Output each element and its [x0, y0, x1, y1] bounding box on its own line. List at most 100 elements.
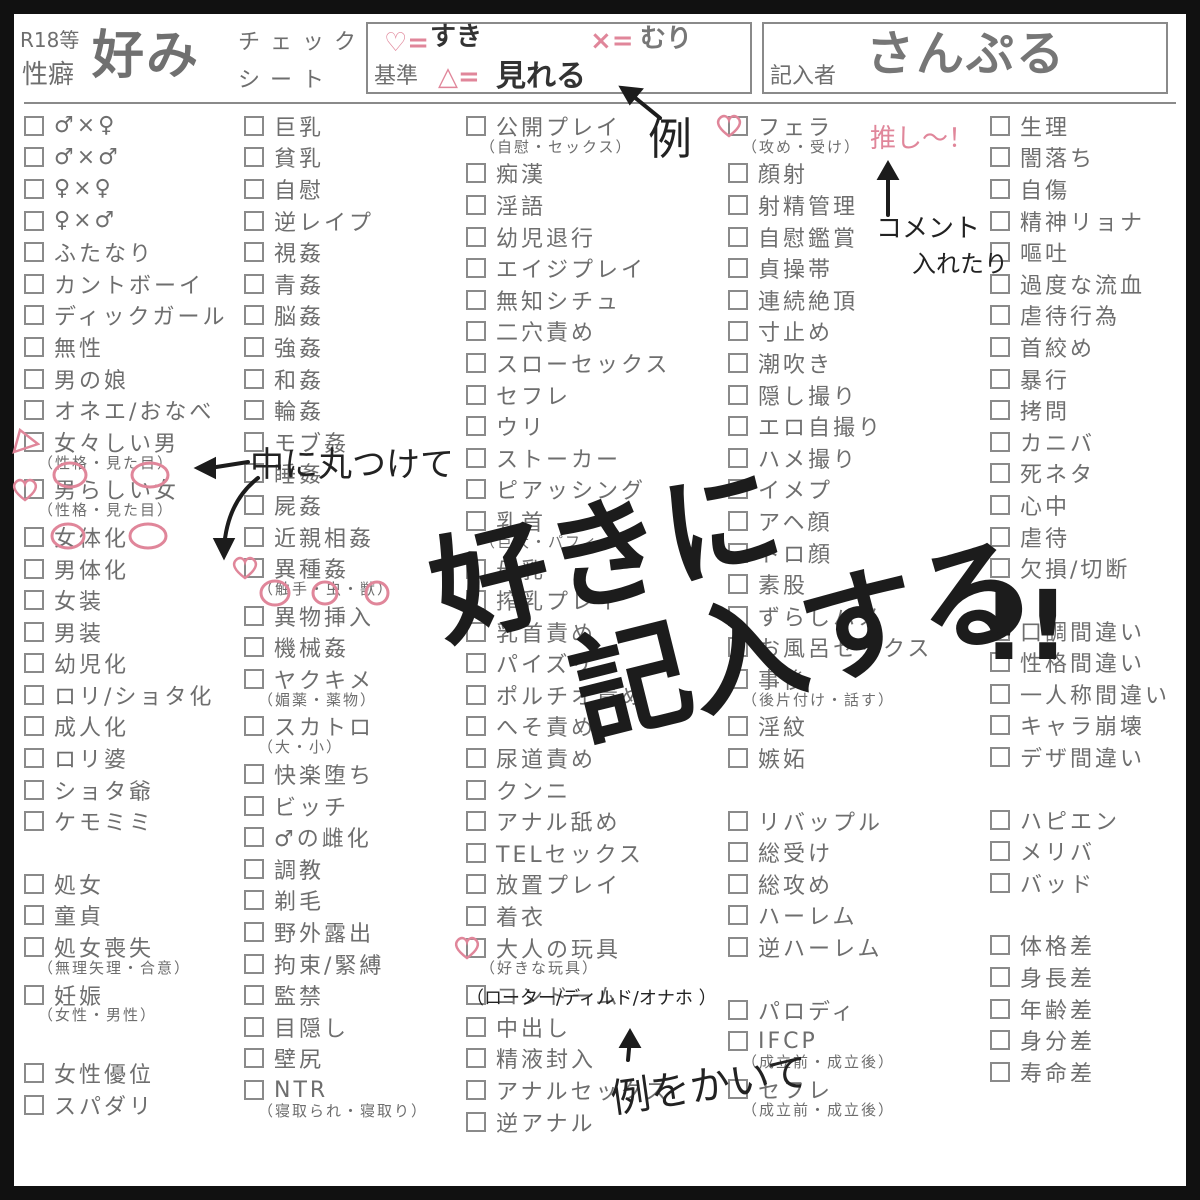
checkbox[interactable] — [990, 494, 1010, 515]
checklist-item[interactable]: 野外露出 — [244, 916, 428, 948]
checkbox[interactable] — [990, 178, 1010, 199]
checkbox[interactable] — [990, 463, 1010, 484]
checkbox[interactable] — [24, 273, 44, 294]
checklist-item[interactable]: 調教 — [244, 853, 428, 885]
checkbox[interactable] — [244, 305, 264, 326]
checkbox[interactable] — [990, 400, 1010, 421]
checkbox[interactable] — [24, 653, 44, 674]
checkbox[interactable] — [244, 210, 264, 231]
checkbox[interactable] — [466, 194, 486, 215]
checkbox[interactable] — [24, 431, 44, 452]
checkbox[interactable] — [244, 242, 264, 263]
checklist-item[interactable]: 監禁 — [244, 979, 428, 1011]
checkbox[interactable] — [466, 479, 486, 500]
checklist-item[interactable]: 自慰 — [244, 173, 428, 205]
checkbox[interactable] — [244, 858, 264, 879]
checklist-item[interactable]: 強姦 — [244, 331, 428, 363]
checklist-item[interactable]: ウリ — [466, 410, 670, 442]
checklist-item[interactable]: 逆ハーレム — [728, 931, 932, 963]
checkbox[interactable] — [244, 716, 264, 737]
checklist-item[interactable]: ロリ婆 — [24, 742, 227, 774]
checklist-item[interactable]: 和姦 — [244, 363, 428, 395]
checklist-item[interactable]: 一人称間違い — [990, 678, 1170, 710]
checkbox[interactable] — [244, 115, 264, 136]
checkbox[interactable] — [24, 210, 44, 231]
checklist-item[interactable]: 視姦 — [244, 236, 428, 268]
checklist-item[interactable]: 幼児化 — [24, 648, 227, 680]
checkbox[interactable] — [466, 1016, 486, 1037]
checklist-item[interactable]: 総攻め — [728, 868, 932, 900]
checkbox[interactable] — [466, 1048, 486, 1069]
checklist-item[interactable]: ヤクキメ — [244, 663, 428, 695]
checkbox[interactable] — [728, 226, 748, 247]
checkbox[interactable] — [24, 336, 44, 357]
checkbox[interactable] — [244, 494, 264, 515]
checkbox[interactable] — [466, 842, 486, 863]
checkbox[interactable] — [24, 590, 44, 611]
checkbox[interactable] — [244, 558, 264, 579]
checkbox[interactable] — [728, 873, 748, 894]
checklist-item[interactable]: スパダリ — [24, 1089, 227, 1121]
checkbox[interactable] — [244, 368, 264, 389]
checkbox[interactable] — [244, 605, 264, 626]
checkbox[interactable] — [244, 336, 264, 357]
checklist-item[interactable]: オネエ/おなべ — [24, 394, 227, 426]
checklist-item[interactable]: ストーカー — [466, 442, 670, 474]
checklist-item[interactable]: NTR — [244, 1074, 428, 1106]
checklist-item[interactable]: 成人化 — [24, 711, 227, 743]
checkbox[interactable] — [24, 305, 44, 326]
checkbox[interactable] — [466, 748, 486, 769]
checklist-item[interactable]: 公開プレイ — [466, 110, 670, 142]
checkbox[interactable] — [990, 1030, 1010, 1051]
checklist-item[interactable]: カントボーイ — [24, 268, 227, 300]
checklist-item[interactable]: エロ自撮り — [728, 410, 932, 442]
checkbox[interactable] — [990, 747, 1010, 768]
checkbox[interactable] — [728, 1031, 748, 1052]
checklist-item[interactable]: カニバ — [990, 426, 1170, 458]
checklist-item[interactable]: 痴漢 — [466, 158, 670, 190]
checklist-item[interactable]: 女体化 — [24, 521, 227, 553]
checkbox[interactable] — [728, 163, 748, 184]
checkbox[interactable] — [466, 384, 486, 405]
checkbox[interactable] — [24, 1063, 44, 1084]
checkbox[interactable] — [728, 999, 748, 1020]
checkbox[interactable] — [244, 147, 264, 168]
checkbox[interactable] — [24, 984, 44, 1005]
checklist-item[interactable]: 身長差 — [990, 961, 1170, 993]
checklist-item[interactable]: ハーレム — [728, 900, 932, 932]
checkbox[interactable] — [24, 115, 44, 136]
checklist-item[interactable]: 輪姦 — [244, 394, 428, 426]
checkbox[interactable] — [466, 1080, 486, 1101]
checklist-item[interactable]: 逆レイプ — [244, 205, 428, 237]
checkbox[interactable] — [24, 1094, 44, 1115]
checkbox[interactable] — [728, 384, 748, 405]
checklist-item[interactable]: 寸止め — [728, 316, 932, 348]
checklist-item[interactable]: 異物挿入 — [244, 600, 428, 632]
checkbox[interactable] — [466, 874, 486, 895]
checklist-item[interactable]: 男の娘 — [24, 363, 227, 395]
checkbox[interactable] — [466, 811, 486, 832]
checkbox[interactable] — [24, 526, 44, 547]
checkbox[interactable] — [24, 811, 44, 832]
checklist-item[interactable]: 拷問 — [990, 394, 1170, 426]
checklist-item[interactable]: 女々しい男 — [12, 426, 227, 458]
checklist-item[interactable]: 男装 — [24, 616, 227, 648]
checklist-item[interactable]: 貧乳 — [244, 142, 428, 174]
checkbox[interactable] — [24, 748, 44, 769]
checklist-item[interactable]: 精液封入 — [466, 1043, 670, 1075]
checkbox[interactable] — [466, 779, 486, 800]
checkbox[interactable] — [24, 716, 44, 737]
checkbox[interactable] — [244, 1016, 264, 1037]
checklist-item[interactable]: 壁尻 — [244, 1043, 428, 1075]
checklist-item[interactable]: 闇落ち — [990, 142, 1170, 174]
checklist-item[interactable]: 二穴責め — [466, 316, 670, 348]
checkbox[interactable] — [466, 716, 486, 737]
checkbox[interactable] — [728, 352, 748, 373]
checkbox[interactable] — [990, 1061, 1010, 1082]
checklist-item[interactable]: IFCP — [728, 1025, 932, 1057]
checklist-item[interactable]: 顔射 — [728, 158, 932, 190]
checklist-item[interactable]: 精神リョナ — [990, 205, 1170, 237]
checklist-item[interactable]: 体格差 — [990, 930, 1170, 962]
checkbox[interactable] — [466, 226, 486, 247]
checkbox[interactable] — [244, 890, 264, 911]
